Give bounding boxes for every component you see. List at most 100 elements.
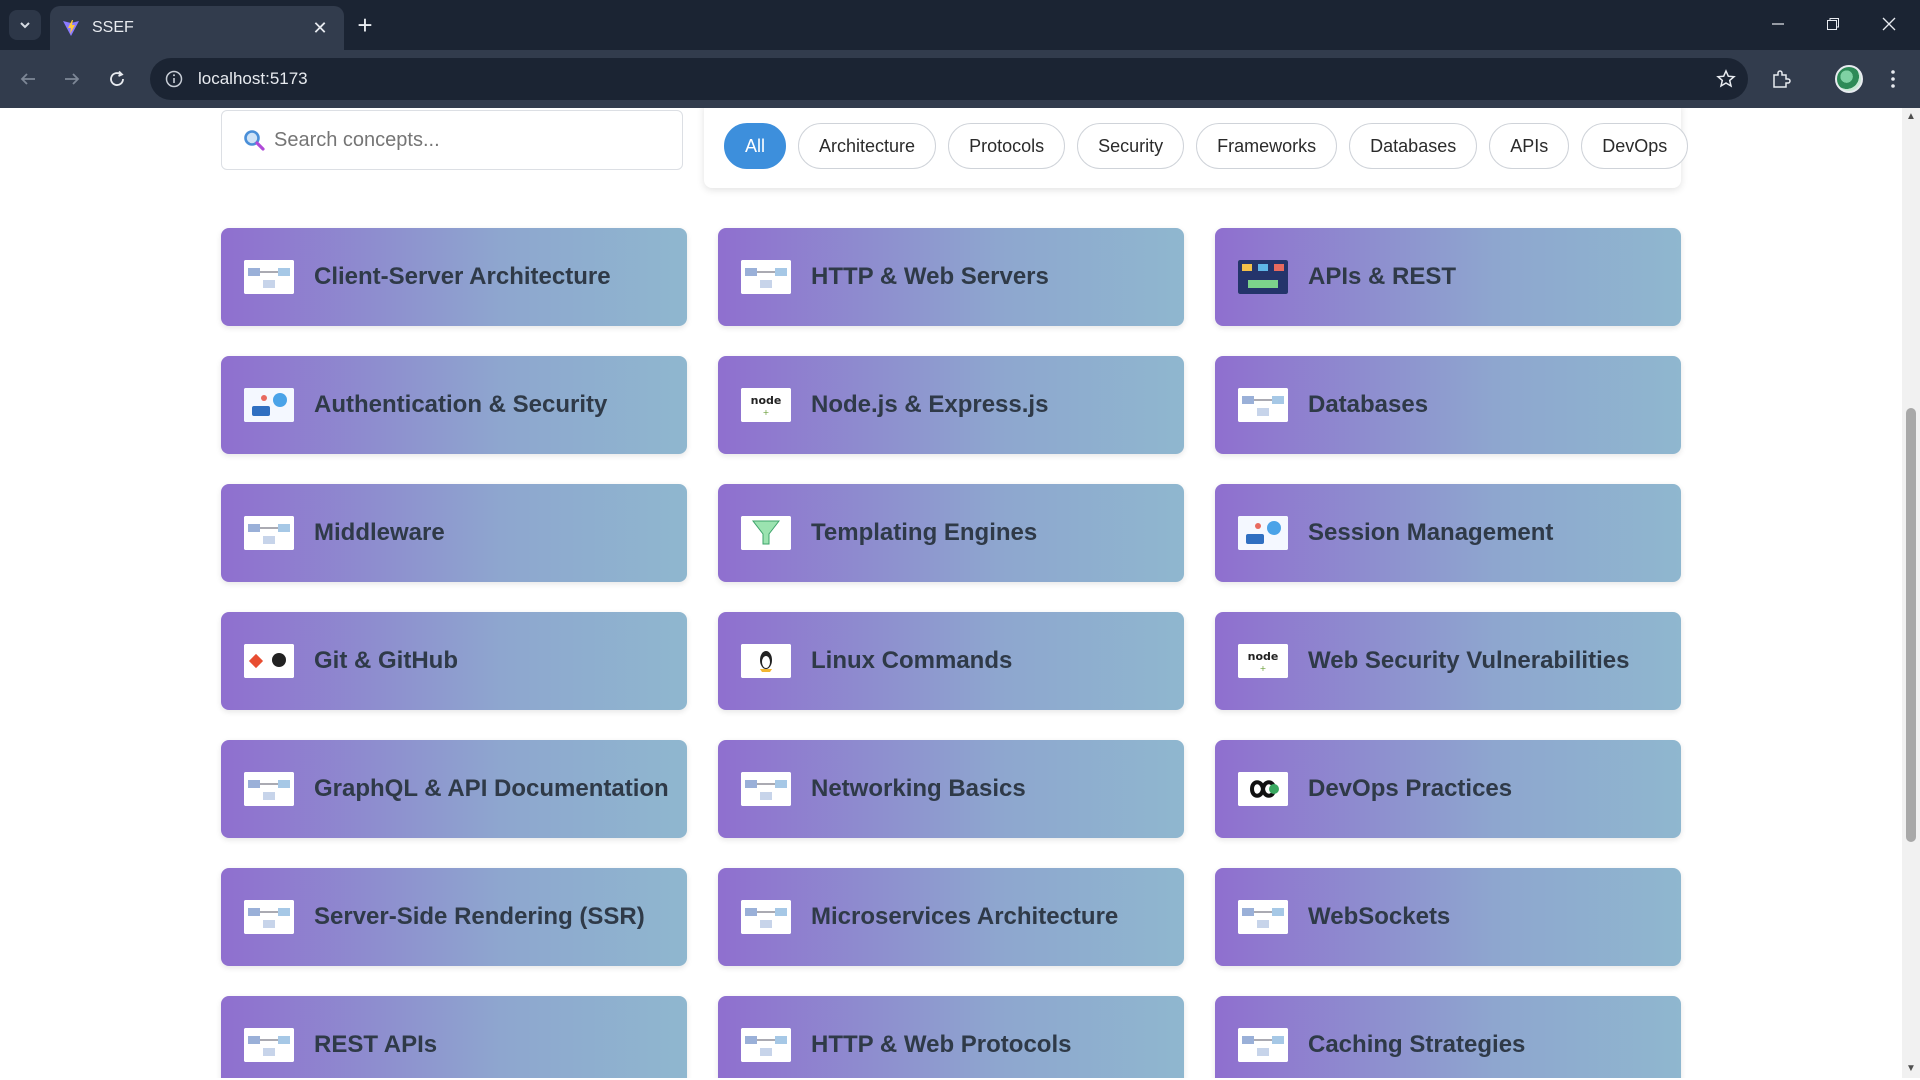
- back-button[interactable]: [12, 63, 44, 95]
- site-info-button[interactable]: [152, 58, 196, 100]
- filter-chip-all[interactable]: All: [724, 123, 787, 169]
- concept-thumbnail-image: [1238, 516, 1288, 550]
- concept-card-git-github[interactable]: Git & GitHub: [221, 612, 687, 710]
- concept-card-session-management[interactable]: Session Management: [1215, 484, 1681, 582]
- close-icon: [1882, 17, 1896, 31]
- concept-card-authentication-security[interactable]: Authentication & Security: [221, 356, 687, 454]
- concept-thumbnail-image: [741, 1028, 791, 1062]
- concept-thumbnail-image: [1238, 900, 1288, 934]
- concept-card-title: Authentication & Security: [314, 391, 608, 418]
- category-filter-bar: All Architecture Protocols Security Fram…: [704, 108, 1689, 188]
- reload-button[interactable]: [101, 63, 133, 95]
- tab-title: SSEF: [92, 19, 134, 36]
- concept-card-linux-commands[interactable]: Linux Commands: [718, 612, 1184, 710]
- concept-card-node-js-express-js[interactable]: node + Node.js & Express.js: [718, 356, 1184, 454]
- search-box[interactable]: [221, 110, 683, 170]
- bookmark-button[interactable]: [1704, 58, 1748, 100]
- concept-card-web-security-vulnerabilities[interactable]: node + Web Security Vulnerabilities: [1215, 612, 1681, 710]
- search-input[interactable]: [274, 128, 654, 152]
- filter-chip-devops[interactable]: DevOps: [1581, 123, 1689, 169]
- concept-card-server-side-rendering-ssr[interactable]: Server-Side Rendering (SSR): [221, 868, 687, 966]
- filter-chip-apis[interactable]: APIs: [1489, 123, 1570, 169]
- page-scrollbar[interactable]: ▲ ▼: [1902, 108, 1920, 1078]
- close-icon[interactable]: ✕: [308, 16, 332, 40]
- concept-thumbnail-image: [741, 644, 791, 678]
- reload-icon: [110, 70, 124, 86]
- window-close-button[interactable]: [1867, 6, 1911, 42]
- filter-chip-security[interactable]: Security: [1077, 123, 1185, 169]
- concept-card-websockets[interactable]: WebSockets: [1215, 868, 1681, 966]
- minimize-icon: [1772, 23, 1784, 25]
- concept-card-title: Caching Strategies: [1308, 1031, 1526, 1058]
- concept-card-http-web-servers[interactable]: HTTP & Web Servers: [718, 228, 1184, 326]
- restore-button[interactable]: [1811, 6, 1855, 42]
- concept-thumbnail-image: [1238, 1028, 1288, 1062]
- filter-chip-databases[interactable]: Databases: [1349, 123, 1478, 169]
- back-arrow-icon: [20, 73, 35, 85]
- restore-icon: [1827, 18, 1839, 30]
- concept-card-middleware[interactable]: Middleware: [221, 484, 687, 582]
- minimize-button[interactable]: [1756, 6, 1800, 42]
- filter-chip-frameworks[interactable]: Frameworks: [1196, 123, 1338, 169]
- filter-chip-protocols[interactable]: Protocols: [948, 123, 1066, 169]
- concept-thumbnail-image: [1238, 260, 1288, 294]
- concept-card-http-web-protocols[interactable]: HTTP & Web Protocols: [718, 996, 1184, 1078]
- concept-card-microservices-architecture[interactable]: Microservices Architecture: [718, 868, 1184, 966]
- browser-tab-active[interactable]: SSEF ✕: [50, 6, 344, 50]
- concept-card-client-server-architecture[interactable]: Client-Server Architecture: [221, 228, 687, 326]
- concept-card-rest-apis[interactable]: REST APIs: [221, 996, 687, 1078]
- page-viewport: All Architecture Protocols Security Fram…: [0, 108, 1920, 1078]
- more-vertical-icon: [1891, 70, 1895, 88]
- forward-arrow-icon: [65, 73, 80, 85]
- browser-toolbar: localhost:5173: [0, 50, 1920, 108]
- concept-card-templating-engines[interactable]: Templating Engines: [718, 484, 1184, 582]
- search-icon: [244, 130, 265, 151]
- tab-list-button[interactable]: [9, 10, 41, 40]
- concept-card-title: Server-Side Rendering (SSR): [314, 903, 645, 930]
- profile-avatar[interactable]: [1835, 65, 1863, 93]
- concept-card-title: Middleware: [314, 519, 445, 546]
- concept-card-devops-practices[interactable]: DevOps Practices: [1215, 740, 1681, 838]
- svg-text:+: +: [763, 408, 770, 417]
- svg-text:node: node: [751, 394, 782, 407]
- concept-card-title: Web Security Vulnerabilities: [1308, 647, 1630, 674]
- plus-icon[interactable]: +: [350, 10, 380, 40]
- concept-card-networking-basics[interactable]: Networking Basics: [718, 740, 1184, 838]
- scroll-up-icon[interactable]: ▲: [1906, 112, 1916, 122]
- browser-menu-button[interactable]: [1877, 63, 1909, 95]
- concept-thumbnail-image: [741, 260, 791, 294]
- concept-card-title: REST APIs: [314, 1031, 438, 1058]
- concept-card-title: WebSockets: [1308, 903, 1451, 930]
- concept-thumbnail-image: [244, 388, 294, 422]
- concept-card-databases[interactable]: Databases: [1215, 356, 1681, 454]
- concept-thumbnail-image: [244, 260, 294, 294]
- concept-thumbnail-image: [244, 644, 294, 678]
- concept-card-title: Session Management: [1308, 519, 1554, 546]
- concept-thumbnail-image: [741, 900, 791, 934]
- extensions-button[interactable]: [1765, 63, 1797, 95]
- browser-tab-bar: SSEF ✕ +: [0, 0, 1920, 50]
- concept-card-title: HTTP & Web Servers: [811, 263, 1049, 290]
- url-text[interactable]: localhost:5173: [198, 69, 1704, 89]
- info-icon: [165, 70, 183, 88]
- svg-text:+: +: [1260, 664, 1267, 673]
- concept-card-grid: Client-Server Architecture HTTP & Web Ser…: [221, 228, 1681, 1078]
- concept-thumbnail-image: [741, 772, 791, 806]
- filter-chip-architecture[interactable]: Architecture: [798, 123, 937, 169]
- concept-card-caching-strategies[interactable]: Caching Strategies: [1215, 996, 1681, 1078]
- concept-thumbnail-image: [1238, 772, 1288, 806]
- concept-card-title: GraphQL & API Documentation: [314, 775, 669, 802]
- concept-card-apis-rest[interactable]: APIs & REST: [1215, 228, 1681, 326]
- concept-card-title: Client-Server Architecture: [314, 263, 611, 290]
- concept-card-title: HTTP & Web Protocols: [811, 1031, 1072, 1058]
- concept-card-graphql-api-documentation[interactable]: GraphQL & API Documentation: [221, 740, 687, 838]
- forward-button[interactable]: [56, 63, 88, 95]
- concept-thumbnail-image: node +: [741, 388, 791, 422]
- concept-card-title: Networking Basics: [811, 775, 1026, 802]
- svg-text:node: node: [1248, 650, 1279, 663]
- concept-thumbnail-image: node +: [1238, 644, 1288, 678]
- concept-thumbnail-image: [244, 1028, 294, 1062]
- scroll-down-icon[interactable]: ▼: [1906, 1064, 1916, 1074]
- scrollbar-thumb[interactable]: [1906, 408, 1916, 842]
- address-bar[interactable]: localhost:5173: [150, 58, 1748, 100]
